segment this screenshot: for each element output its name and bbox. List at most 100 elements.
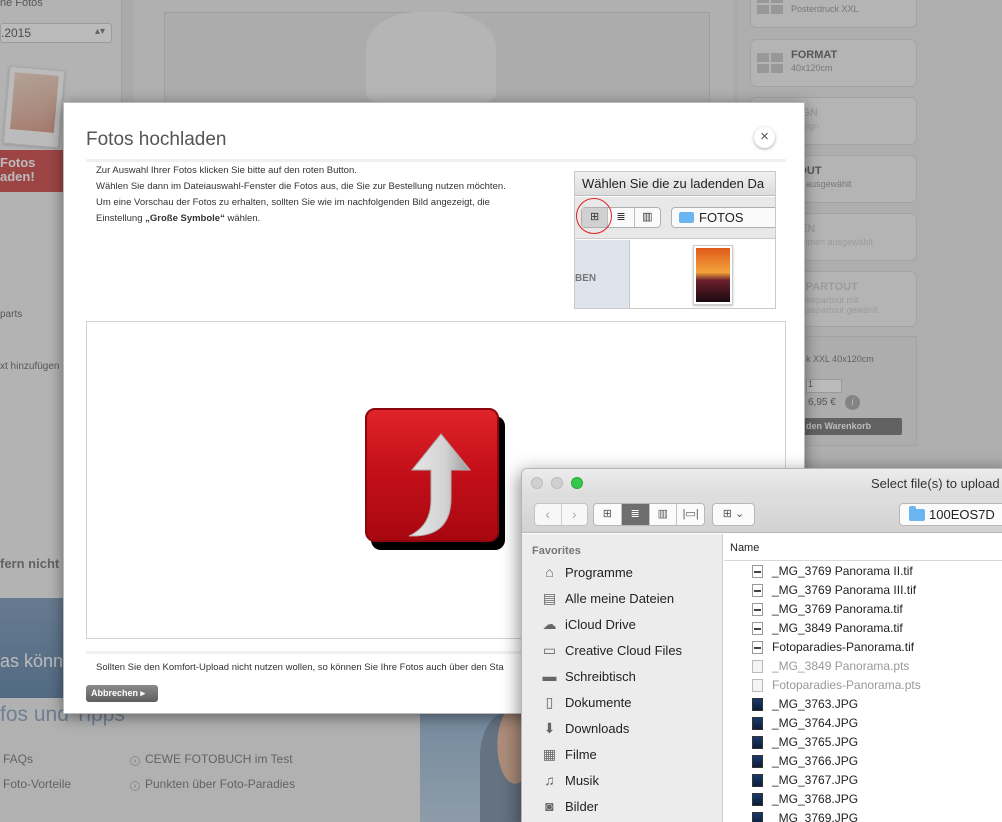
document-file-icon bbox=[752, 660, 763, 673]
window-controls bbox=[531, 477, 583, 489]
sidebar-item[interactable]: ♫ Musik bbox=[540, 772, 720, 796]
sidebar-item-label: Alle meine Dateien bbox=[565, 591, 675, 606]
file-name: _MG_3849 Panorama.pts bbox=[772, 659, 910, 673]
folder-icon bbox=[679, 212, 694, 223]
instruction-line: Wählen Sie dann im Dateiauswahl-Fenster … bbox=[96, 181, 506, 192]
file-list: Name _MG_3769 Panorama II.tif _MG_3769 Pa… bbox=[724, 534, 1002, 822]
instructions: Zur Auswahl Ihrer Fotos klicken Sie bitt… bbox=[96, 163, 566, 227]
file-name: Fotoparadies-Panorama.pts bbox=[772, 678, 921, 692]
sidebar-item-label: Musik bbox=[565, 773, 599, 788]
list-view-icon[interactable]: ≣ bbox=[621, 504, 650, 525]
music-icon: ♫ bbox=[544, 772, 555, 788]
sidebar-heading: Favorites bbox=[532, 545, 581, 557]
file-row[interactable]: Fotoparadies-Panorama.tif bbox=[724, 638, 1002, 657]
instruction-screenshot: Wählen Sie die zu ladenden Da ⊞ ≣ ▥ FOTO… bbox=[574, 171, 776, 309]
file-name: _MG_3765.JPG bbox=[772, 735, 859, 749]
image-file-icon bbox=[752, 793, 763, 806]
icon-view-icon[interactable]: ⊞ bbox=[594, 504, 622, 525]
document-file-icon bbox=[752, 584, 763, 597]
sidebar-item[interactable]: ☁ iCloud Drive bbox=[540, 616, 720, 640]
folder-icon bbox=[909, 506, 925, 521]
document-file-icon bbox=[752, 622, 763, 635]
window-title: Select file(s) to upload bbox=[871, 476, 1000, 491]
preview-folder: FOTOS bbox=[671, 207, 775, 228]
sidebar-item[interactable]: ⌂ Programme bbox=[540, 564, 720, 588]
file-picker-window: Select file(s) to upload ‹ › ⊞ ≣ ▥ |▭| ⊞… bbox=[521, 468, 1002, 822]
arrange-menu-button[interactable]: ⊞ ⌄ bbox=[712, 503, 755, 526]
file-name: _MG_3768.JPG bbox=[772, 792, 859, 806]
cloud-icon: ☁ bbox=[542, 616, 557, 632]
document-file-icon bbox=[752, 603, 763, 616]
close-window-button[interactable] bbox=[531, 477, 543, 489]
zoom-window-button[interactable] bbox=[571, 477, 583, 489]
path-popup[interactable]: 100EOS7D bbox=[899, 503, 1002, 526]
preview-header: Wählen Sie die zu ladenden Da bbox=[575, 172, 775, 196]
document-file-icon bbox=[752, 641, 763, 654]
sidebar-item[interactable]: ▬ Schreibtisch bbox=[540, 668, 720, 692]
instruction-line: Zur Auswahl Ihrer Fotos klicken Sie bitt… bbox=[96, 165, 357, 176]
upload-arrow-icon bbox=[408, 433, 472, 537]
file-name: _MG_3763.JPG bbox=[772, 697, 859, 711]
folder-icon: ▭ bbox=[542, 642, 557, 658]
document-file-icon bbox=[752, 565, 763, 578]
image-file-icon bbox=[752, 698, 763, 711]
title-bar[interactable]: Select file(s) to upload bbox=[522, 469, 1002, 497]
file-row[interactable]: _MG_3849 Panorama.tif bbox=[724, 619, 1002, 638]
sidebar-item[interactable]: ◙ Bilder bbox=[540, 798, 720, 822]
apps-icon: ⌂ bbox=[545, 564, 554, 580]
divider bbox=[86, 159, 786, 162]
file-row[interactable]: _MG_3763.JPG bbox=[724, 695, 1002, 714]
coverflow-view-icon[interactable]: |▭| bbox=[677, 504, 704, 525]
forward-icon[interactable]: › bbox=[562, 504, 588, 525]
file-name: _MG_3769 Panorama III.tif bbox=[772, 583, 917, 597]
sidebar-item[interactable]: ⬇ Downloads bbox=[540, 720, 720, 744]
sidebar-item[interactable]: ▭ Creative Cloud Files bbox=[540, 642, 720, 666]
back-icon[interactable]: ‹ bbox=[535, 504, 562, 525]
instruction-line: Einstellung „Große Symbole“ wählen. bbox=[96, 213, 261, 224]
sidebar-item[interactable]: ▤ Alle meine Dateien bbox=[540, 590, 720, 614]
file-row[interactable]: _MG_3767.JPG bbox=[724, 771, 1002, 790]
file-row[interactable]: _MG_3769 Panorama.tif bbox=[724, 600, 1002, 619]
close-icon[interactable]: × bbox=[754, 127, 775, 148]
list-view-icon: ≣ bbox=[608, 208, 635, 227]
file-name: _MG_3769 Panorama II.tif bbox=[772, 564, 913, 578]
sidebar-item[interactable]: ▦ Filme bbox=[540, 746, 720, 770]
file-row[interactable]: _MG_3769.JPG bbox=[724, 809, 1002, 822]
image-file-icon bbox=[752, 736, 763, 749]
highlight-circle bbox=[576, 198, 612, 234]
file-row[interactable]: _MG_3766.JPG bbox=[724, 752, 1002, 771]
preview-sidebar: BEN bbox=[575, 240, 630, 308]
desktop-icon: ▬ bbox=[542, 668, 557, 684]
file-name: _MG_3769 Panorama.tif bbox=[772, 602, 903, 616]
file-row[interactable]: Fotoparadies-Panorama.pts bbox=[724, 676, 1002, 695]
column-view-icon[interactable]: ▥ bbox=[650, 504, 678, 525]
cancel-button[interactable]: Abbrechen ▸ bbox=[86, 685, 158, 702]
file-row[interactable]: _MG_3764.JPG bbox=[724, 714, 1002, 733]
sidebar-item-label: iCloud Drive bbox=[565, 617, 636, 632]
column-header-name[interactable]: Name bbox=[724, 534, 1002, 561]
document-file-icon bbox=[752, 679, 763, 692]
all-files-icon: ▤ bbox=[542, 590, 557, 606]
sidebar-item-label: Programme bbox=[565, 565, 633, 580]
sidebar-item-label: Creative Cloud Files bbox=[565, 643, 683, 658]
file-row[interactable]: _MG_3768.JPG bbox=[724, 790, 1002, 809]
sidebar-item-label: Downloads bbox=[565, 721, 630, 736]
picker-toolbar: ‹ › ⊞ ≣ ▥ |▭| ⊞ ⌄ 100EOS7D bbox=[522, 497, 1002, 533]
sidebar-item[interactable]: ▯ Dokumente bbox=[540, 694, 720, 718]
alternative-upload-text: Sollten Sie den Komfort-Upload nicht nut… bbox=[96, 662, 504, 673]
file-row[interactable]: _MG_3765.JPG bbox=[724, 733, 1002, 752]
file-row[interactable]: _MG_3769 Panorama III.tif bbox=[724, 581, 1002, 600]
sidebar-item-label: Filme bbox=[565, 747, 597, 762]
minimize-window-button[interactable] bbox=[551, 477, 563, 489]
sidebar-item-label: Dokumente bbox=[565, 695, 632, 710]
documents-icon: ▯ bbox=[545, 694, 554, 710]
file-name: _MG_3849 Panorama.tif bbox=[772, 621, 903, 635]
downloads-icon: ⬇ bbox=[543, 720, 556, 736]
image-file-icon bbox=[752, 717, 763, 730]
movies-icon: ▦ bbox=[542, 746, 557, 762]
view-mode-buttons: ⊞ ≣ ▥ |▭| bbox=[593, 503, 705, 526]
file-row[interactable]: _MG_3769 Panorama II.tif bbox=[724, 562, 1002, 581]
file-name: _MG_3766.JPG bbox=[772, 754, 859, 768]
file-row[interactable]: _MG_3849 Panorama.pts bbox=[724, 657, 1002, 676]
upload-button[interactable] bbox=[365, 408, 505, 550]
